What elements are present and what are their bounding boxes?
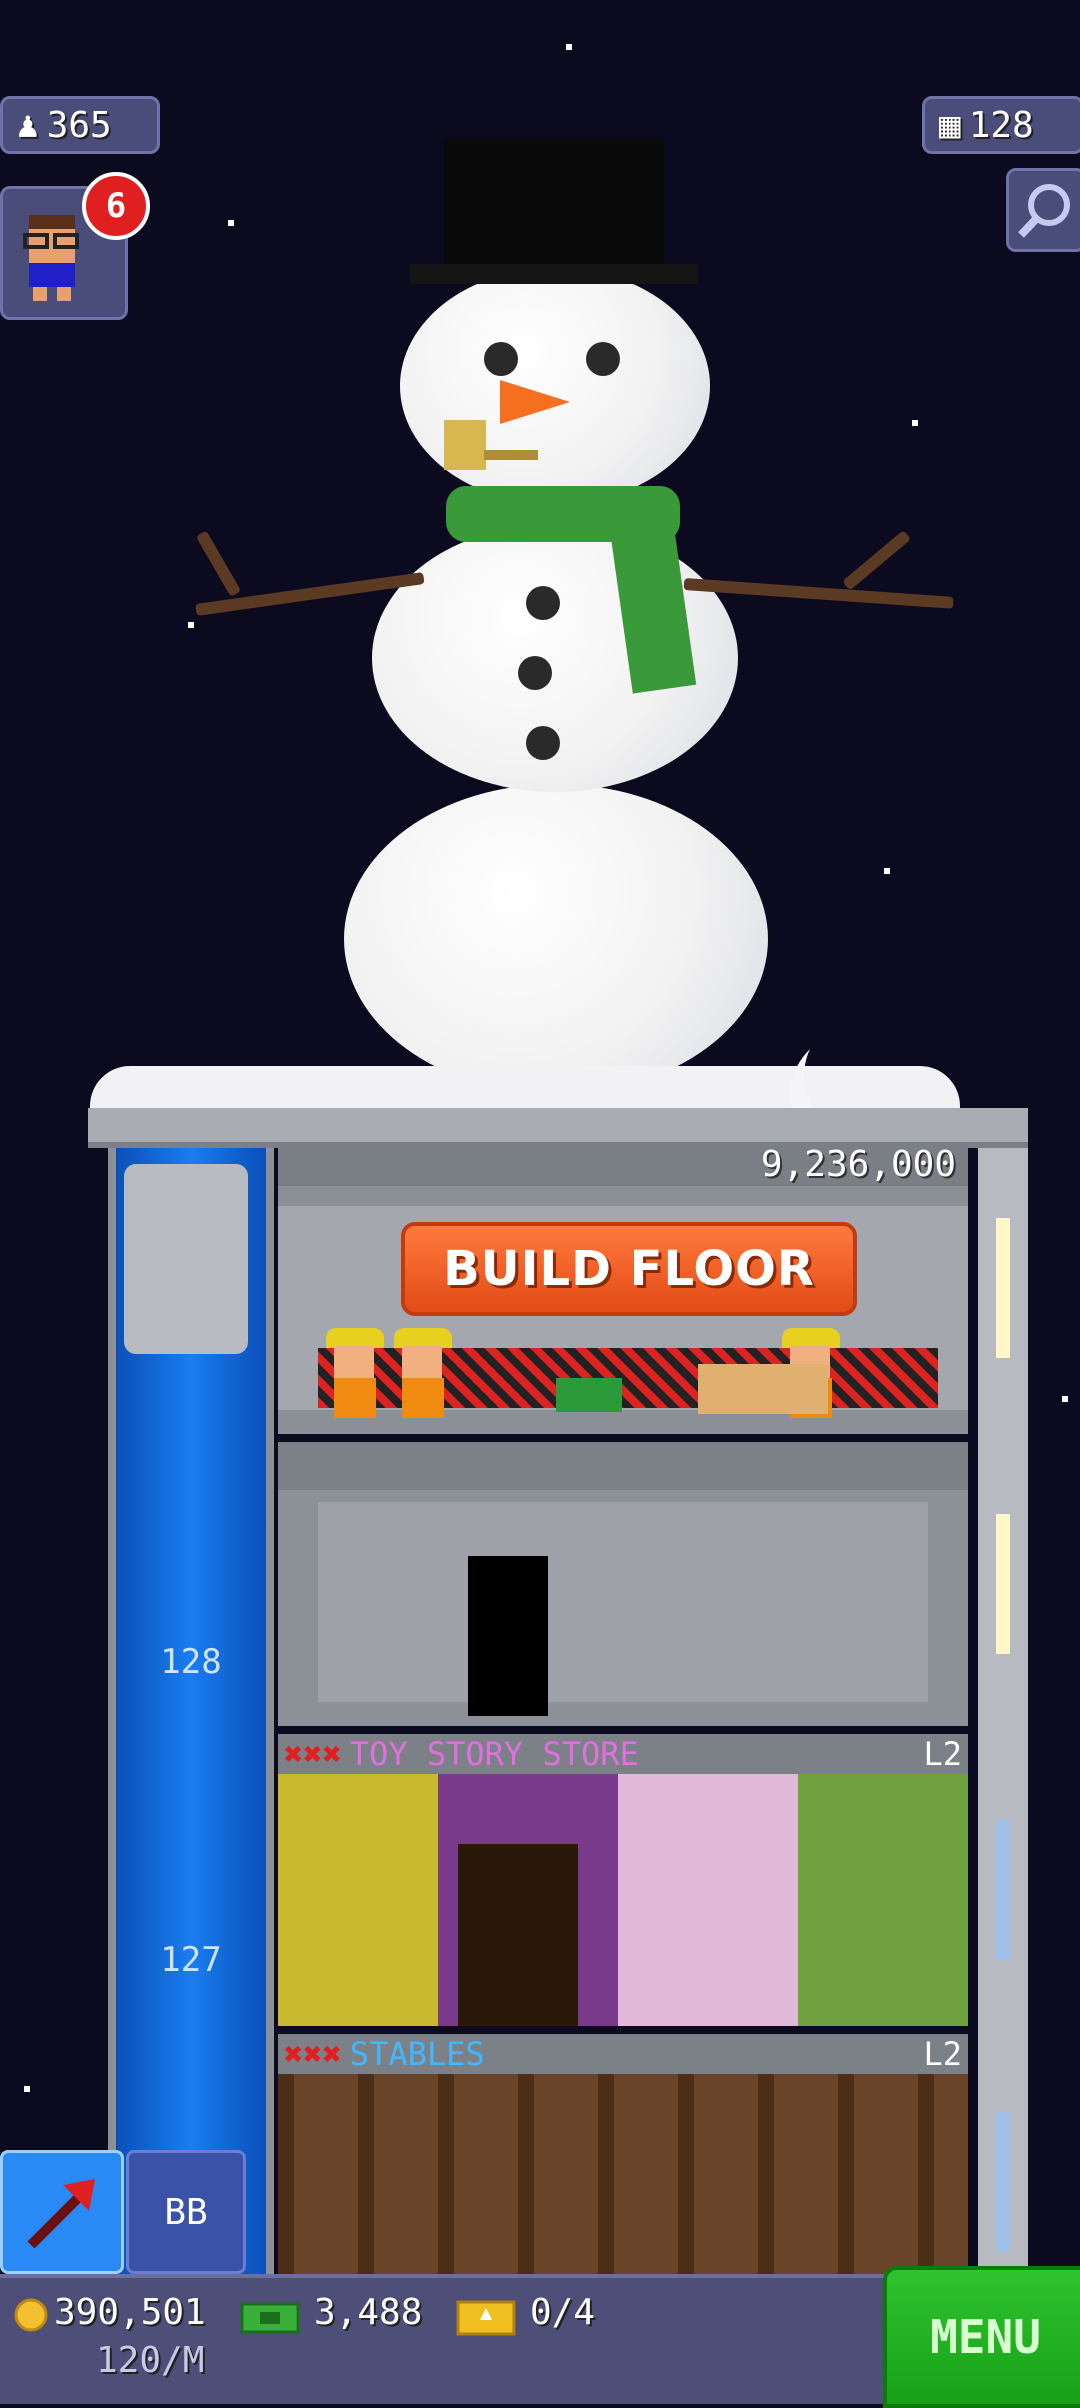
stick-arm-right-branch — [842, 529, 912, 591]
worker-hat — [782, 1328, 840, 1348]
star — [912, 420, 918, 426]
star — [566, 44, 572, 50]
lumber-stack — [698, 1364, 828, 1414]
search-icon — [1018, 184, 1070, 238]
floor-count-value: 128 — [968, 104, 1034, 146]
worker-hat — [326, 1328, 384, 1348]
arrow-up-right-icon — [27, 2179, 95, 2249]
elevator-motor — [124, 1164, 248, 1354]
stables-stall-wall — [278, 2074, 968, 2278]
pipe — [444, 420, 486, 470]
population-value: 365 — [46, 104, 112, 146]
toy-store-wall-pink — [618, 1774, 798, 2026]
star — [228, 220, 234, 226]
worker-hat — [394, 1328, 452, 1348]
bux-icon — [240, 2302, 300, 2334]
coin-icon — [14, 2298, 48, 2332]
worker — [402, 1346, 442, 1380]
toy-store-doorway — [458, 1844, 578, 2026]
worker — [334, 1346, 374, 1380]
floor-label-bar: ✖✖✖ STABLES L2 — [278, 2034, 968, 2074]
ticket-icon — [456, 2300, 516, 2336]
stars-rating-icon: ✖✖✖ — [284, 1735, 342, 1773]
tickets-value: 0/4 — [530, 2292, 596, 2333]
toolbox — [556, 1378, 622, 1412]
bitbook-label: BB — [164, 2191, 208, 2233]
floor-level: L2 — [923, 1735, 962, 1773]
stick-arm-left-branch — [195, 530, 242, 597]
build-cost: 9,236,000 — [760, 1144, 956, 1185]
bitbook-button[interactable]: BB — [126, 2150, 246, 2274]
notification-badge: 6 — [82, 172, 150, 240]
window-light — [996, 1514, 1010, 1654]
empty-floor-door — [468, 1556, 548, 1716]
build-floor-area[interactable]: 9,236,000 BUILD FLOOR — [278, 1142, 968, 1434]
snowman-eye — [586, 342, 620, 376]
floor-counter: ▦ 128 — [922, 96, 1080, 154]
floor-name: TOY STORY STORE — [349, 1735, 639, 1773]
toy-story-store-floor[interactable]: ✖✖✖ TOY STORY STORE L2 — [278, 1734, 968, 2026]
elevator-ride-button[interactable] — [0, 2150, 124, 2274]
floor-level: L2 — [923, 2035, 962, 2073]
snowman-button — [526, 726, 560, 760]
tower: 128 127 9,236,000 BUILD FLOOR ✖✖✖ TOY ST… — [88, 1108, 1028, 2278]
snowman-eye — [484, 342, 518, 376]
search-button[interactable] — [1006, 168, 1080, 252]
floor-label-bar: ✖✖✖ TOY STORY STORE L2 — [278, 1734, 968, 1774]
elevator-shaft[interactable]: 128 127 — [108, 1148, 274, 2278]
carrot-nose — [500, 380, 570, 424]
toy-store-wall-yellow — [278, 1774, 438, 2026]
empty-floor-ceiling — [278, 1442, 968, 1490]
person-icon: ♟ — [17, 104, 39, 146]
worker-body — [334, 1378, 376, 1418]
top-hat-brim — [410, 264, 698, 284]
elevator-floor-number: 127 — [160, 1940, 222, 1980]
window-light — [996, 2112, 1010, 2252]
build-floor-button[interactable]: BUILD FLOOR — [401, 1222, 857, 1316]
snowman-bottom — [344, 784, 768, 1094]
window-light — [996, 1820, 1010, 1960]
floor-name: STABLES — [349, 2035, 485, 2073]
snowman-button — [526, 586, 560, 620]
empty-floor[interactable] — [278, 1442, 968, 1726]
top-hat — [444, 138, 664, 278]
star — [1062, 1396, 1068, 1402]
star — [188, 622, 194, 628]
star — [884, 868, 890, 874]
coins-value: 390,501 — [54, 2292, 206, 2333]
worker-body — [402, 1378, 444, 1418]
coins-rate: 120/M — [96, 2340, 205, 2381]
snowman-button — [518, 656, 552, 690]
empty-floor-wall — [318, 1502, 928, 1702]
window-light — [996, 1218, 1010, 1358]
menu-button[interactable]: MENU — [883, 2266, 1080, 2408]
star — [24, 2086, 30, 2092]
building-icon: ▦ — [939, 104, 961, 146]
stick-arm-right — [683, 578, 954, 609]
toy-store-wall-green — [798, 1774, 968, 2026]
pipe-stem — [484, 450, 538, 460]
elevator-floor-number: 128 — [160, 1642, 222, 1682]
bux-value: 3,488 — [314, 2292, 423, 2333]
stables-floor[interactable]: ✖✖✖ STABLES L2 — [278, 2034, 968, 2278]
population-counter: ♟ 365 — [0, 96, 160, 154]
stars-rating-icon: ✖✖✖ — [284, 2035, 342, 2073]
